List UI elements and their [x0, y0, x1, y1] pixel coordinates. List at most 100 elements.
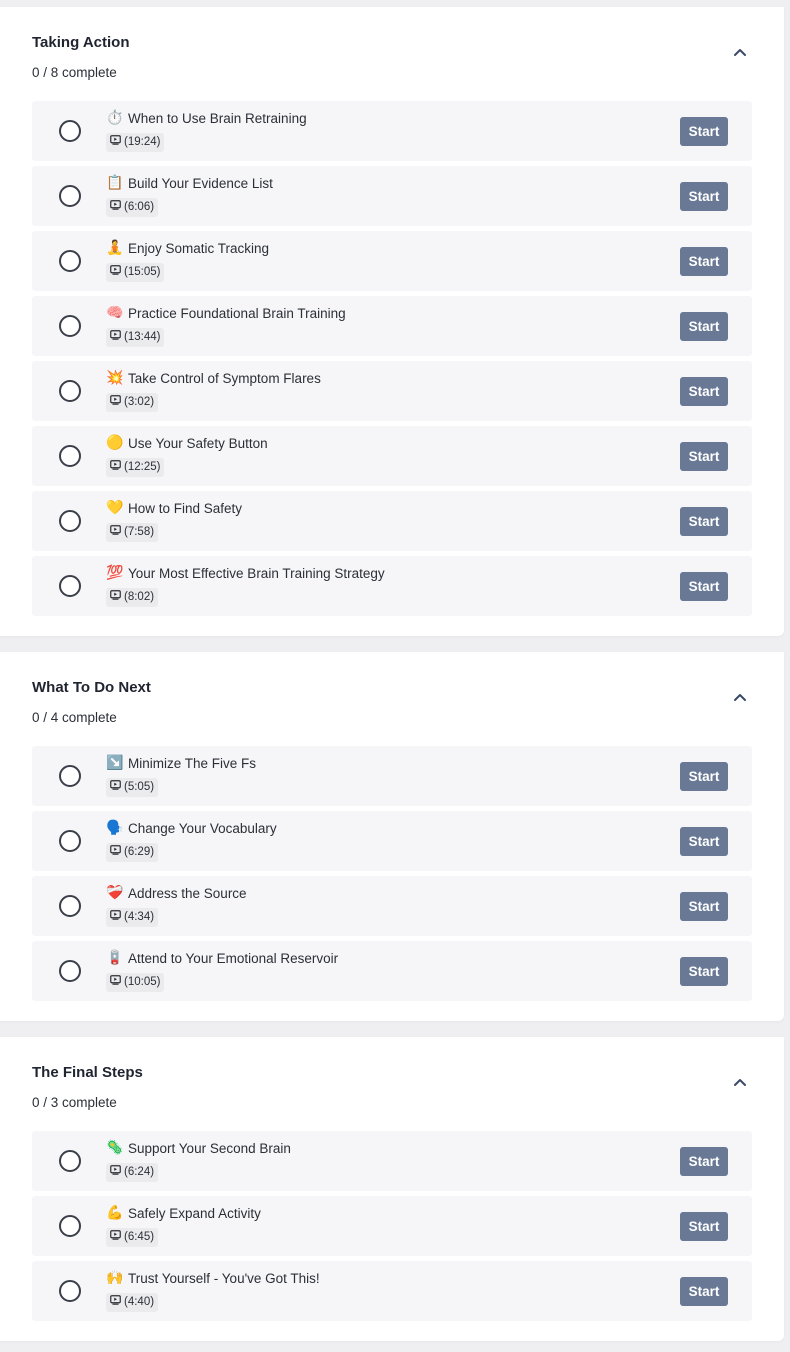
- lesson-list: ↘️ Minimize The Five Fs (5:05) Start 🗣️ Chang…: [32, 746, 752, 1006]
- lesson-title[interactable]: 🟡 Use Your Safety Button: [106, 435, 268, 452]
- duration-badge: (15:05): [106, 263, 165, 282]
- start-button[interactable]: Start: [680, 442, 728, 471]
- completion-checkbox[interactable]: [59, 765, 81, 787]
- start-button[interactable]: Start: [680, 762, 728, 791]
- video-icon: [110, 1163, 121, 1182]
- video-icon: [110, 1228, 121, 1247]
- yellow-circle-icon: 🟡: [106, 435, 124, 451]
- duration-badge: (4:40): [106, 1293, 159, 1312]
- clipboard-icon: 📋: [106, 175, 124, 191]
- section-progress: 0 / 3 complete: [32, 1095, 117, 1110]
- duration-badge: (6:24): [106, 1163, 159, 1182]
- lesson-title[interactable]: ↘️ Minimize The Five Fs: [106, 755, 256, 772]
- duration-text: (4:34): [124, 911, 155, 923]
- chevron-up-icon[interactable]: [732, 1074, 748, 1090]
- completion-checkbox[interactable]: [59, 445, 81, 467]
- lesson-title-text: Trust Yourself - You've Got This!: [128, 1271, 320, 1286]
- lesson-title[interactable]: 🗣️ Change Your Vocabulary: [106, 820, 277, 837]
- lesson-title-text: Build Your Evidence List: [128, 176, 273, 191]
- completion-checkbox[interactable]: [59, 895, 81, 917]
- lesson-title-text: Minimize The Five Fs: [128, 756, 257, 771]
- section-title: Taking Action: [32, 34, 130, 51]
- start-button[interactable]: Start: [680, 247, 728, 276]
- lesson-row: 🧠 Practice Foundational Brain Training (13…: [32, 296, 752, 356]
- start-button[interactable]: Start: [680, 312, 728, 341]
- lesson-title[interactable]: 🧠 Practice Foundational Brain Training: [106, 305, 346, 322]
- mending-heart-icon: ❤️‍🩹: [106, 885, 124, 901]
- duration-text: (19:24): [124, 136, 161, 148]
- duration-text: (10:05): [124, 976, 161, 988]
- section-the-final-steps: The Final Steps 0 / 3 complete 🦠 Support Yo…: [0, 1037, 784, 1341]
- lesson-title[interactable]: 🦠 Support Your Second Brain: [106, 1140, 291, 1157]
- start-button[interactable]: Start: [680, 1147, 728, 1176]
- video-icon: [110, 908, 121, 927]
- start-button[interactable]: Start: [680, 507, 728, 536]
- start-button[interactable]: Start: [680, 827, 728, 856]
- start-button[interactable]: Start: [680, 1212, 728, 1241]
- lesson-row: ❤️‍🩹 Address the Source (4:34) Start: [32, 876, 752, 936]
- lesson-row: 🗣️ Change Your Vocabulary (6:29) Start: [32, 811, 752, 871]
- completion-checkbox[interactable]: [59, 830, 81, 852]
- video-icon: [110, 1293, 121, 1312]
- duration-text: (6:29): [124, 846, 155, 858]
- duration-badge: (6:06): [106, 198, 159, 217]
- lesson-title-text: Support Your Second Brain: [128, 1141, 291, 1156]
- lesson-title[interactable]: ❤️‍🩹 Address the Source: [106, 885, 247, 902]
- completion-checkbox[interactable]: [59, 185, 81, 207]
- duration-text: (6:06): [124, 201, 155, 213]
- completion-checkbox[interactable]: [59, 1215, 81, 1237]
- lesson-title-text: Safely Expand Activity: [128, 1206, 261, 1221]
- video-icon: [110, 778, 121, 797]
- lesson-title[interactable]: 💪 Safely Expand Activity: [106, 1205, 261, 1222]
- lesson-title[interactable]: 🧘 Enjoy Somatic Tracking: [106, 240, 269, 257]
- duration-text: (6:45): [124, 1231, 155, 1243]
- lesson-title[interactable]: 💯 Your Most Effective Brain Training Stra…: [106, 565, 385, 582]
- chevron-up-icon[interactable]: [732, 689, 748, 705]
- completion-checkbox[interactable]: [59, 575, 81, 597]
- duration-badge: (5:05): [106, 778, 159, 797]
- video-icon: [110, 973, 121, 992]
- lesson-title[interactable]: 🙌 Trust Yourself - You've Got This!: [106, 1270, 320, 1287]
- hundred-points-icon: 💯: [106, 565, 124, 581]
- start-button[interactable]: Start: [680, 117, 728, 146]
- start-button[interactable]: Start: [680, 892, 728, 921]
- duration-badge: (13:44): [106, 328, 165, 347]
- duration-badge: (12:25): [106, 458, 165, 477]
- chevron-up-icon[interactable]: [732, 44, 748, 60]
- section-title: What To Do Next: [32, 679, 151, 696]
- completion-checkbox[interactable]: [59, 510, 81, 532]
- arrow-down-right-icon: ↘️: [106, 755, 124, 771]
- completion-checkbox[interactable]: [59, 315, 81, 337]
- video-icon: [110, 523, 121, 542]
- section-what-to-do-next: What To Do Next 0 / 4 complete ↘️ Minimize …: [0, 652, 784, 1021]
- duration-text: (6:24): [124, 1166, 155, 1178]
- completion-checkbox[interactable]: [59, 380, 81, 402]
- lesson-row: 🦠 Support Your Second Brain (6:24) Start: [32, 1131, 752, 1191]
- course-outline: Taking Action 0 / 8 complete ⏱️ When to Use…: [0, 0, 790, 1352]
- microbe-icon: 🦠: [106, 1140, 124, 1156]
- yellow-heart-icon: 💛: [106, 500, 124, 516]
- explosion-icon: 💥: [106, 370, 124, 386]
- completion-checkbox[interactable]: [59, 1150, 81, 1172]
- video-icon: [110, 458, 121, 477]
- completion-checkbox[interactable]: [59, 960, 81, 982]
- lesson-title[interactable]: 📋 Build Your Evidence List: [106, 175, 273, 192]
- start-button[interactable]: Start: [680, 1277, 728, 1306]
- completion-checkbox[interactable]: [59, 120, 81, 142]
- start-button[interactable]: Start: [680, 957, 728, 986]
- lesson-row: ⏱️ When to Use Brain Retraining (19:24) Sta…: [32, 101, 752, 161]
- lesson-title[interactable]: 💛 How to Find Safety: [106, 500, 242, 517]
- lesson-title[interactable]: 💥 Take Control of Symptom Flares: [106, 370, 321, 387]
- lesson-title[interactable]: ⏱️ When to Use Brain Retraining: [106, 110, 307, 127]
- brain-icon: 🧠: [106, 305, 124, 321]
- completion-checkbox[interactable]: [59, 1280, 81, 1302]
- lesson-title[interactable]: 🪫 Attend to Your Emotional Reservoir: [106, 950, 338, 967]
- start-button[interactable]: Start: [680, 377, 728, 406]
- duration-badge: (8:02): [106, 588, 159, 607]
- duration-text: (8:02): [124, 591, 155, 603]
- completion-checkbox[interactable]: [59, 250, 81, 272]
- start-button[interactable]: Start: [680, 572, 728, 601]
- lesson-row: 💯 Your Most Effective Brain Training Stra…: [32, 556, 752, 616]
- lesson-title-text: Change Your Vocabulary: [128, 821, 277, 836]
- start-button[interactable]: Start: [680, 182, 728, 211]
